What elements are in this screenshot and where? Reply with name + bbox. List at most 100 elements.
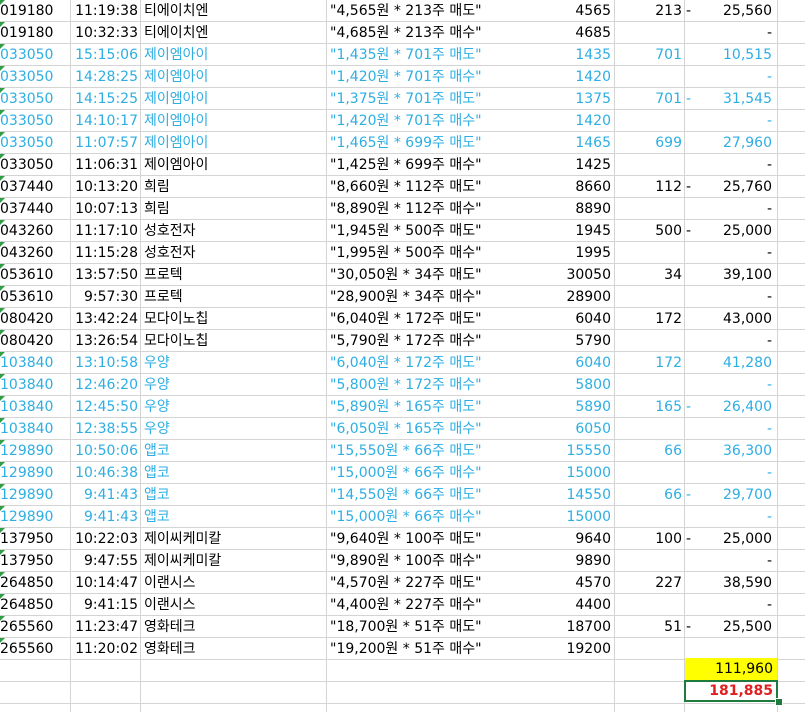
code-cell[interactable]: 043260 bbox=[0, 220, 70, 242]
qty-cell[interactable]: 51 bbox=[614, 616, 684, 638]
sign-cell[interactable] bbox=[684, 264, 688, 286]
name-cell[interactable]: 제이엠아이 bbox=[144, 132, 326, 154]
pnl-cell[interactable]: - bbox=[690, 462, 774, 484]
pnl-cell[interactable]: 41,280 bbox=[690, 352, 774, 374]
name-cell[interactable]: 티에이치엔 bbox=[144, 22, 326, 44]
price-cell[interactable]: 30050 bbox=[540, 264, 613, 286]
pnl-cell[interactable]: 38,590 bbox=[690, 572, 774, 594]
price-cell[interactable]: 9890 bbox=[540, 550, 613, 572]
code-cell[interactable]: 103840 bbox=[0, 352, 70, 374]
price-cell[interactable]: 1995 bbox=[540, 242, 613, 264]
name-cell[interactable]: 우양 bbox=[144, 396, 326, 418]
pnl-cell[interactable]: - bbox=[690, 594, 774, 616]
code-cell[interactable]: 265560 bbox=[0, 638, 70, 660]
qty-cell[interactable]: 172 bbox=[614, 308, 684, 330]
price-cell[interactable]: 4400 bbox=[540, 594, 613, 616]
pnl-cell[interactable]: - bbox=[690, 198, 774, 220]
sign-cell[interactable] bbox=[684, 572, 688, 594]
name-cell[interactable]: 앱코 bbox=[144, 484, 326, 506]
qty-cell[interactable] bbox=[614, 22, 684, 44]
pnl-cell[interactable]: - bbox=[690, 374, 774, 396]
price-cell[interactable]: 5790 bbox=[540, 330, 613, 352]
code-cell[interactable]: 033050 bbox=[0, 88, 70, 110]
name-cell[interactable]: 제이엠아이 bbox=[144, 66, 326, 88]
time-cell[interactable]: 10:22:03 bbox=[70, 528, 140, 550]
price-cell[interactable]: 6050 bbox=[540, 418, 613, 440]
code-cell[interactable]: 019180 bbox=[0, 22, 70, 44]
highlighted-sum[interactable]: 111,960 bbox=[715, 658, 773, 680]
time-cell[interactable]: 11:17:10 bbox=[70, 220, 140, 242]
sign-cell[interactable] bbox=[684, 132, 688, 154]
pnl-cell[interactable]: 29,700 bbox=[690, 484, 774, 506]
code-cell[interactable]: 019180 bbox=[0, 0, 70, 22]
price-cell[interactable]: 14550 bbox=[540, 484, 613, 506]
time-cell[interactable]: 9:57:30 bbox=[70, 286, 140, 308]
name-cell[interactable]: 제이엠아이 bbox=[144, 154, 326, 176]
time-cell[interactable]: 11:19:38 bbox=[70, 0, 140, 22]
name-cell[interactable]: 제이씨케미칼 bbox=[144, 528, 326, 550]
pnl-cell[interactable]: 10,515 bbox=[690, 44, 774, 66]
name-cell[interactable]: 제이엠아이 bbox=[144, 110, 326, 132]
name-cell[interactable]: 앱코 bbox=[144, 440, 326, 462]
code-cell[interactable]: 137950 bbox=[0, 550, 70, 572]
price-cell[interactable]: 8890 bbox=[540, 198, 613, 220]
time-cell[interactable]: 9:41:43 bbox=[70, 506, 140, 528]
name-cell[interactable]: 희림 bbox=[144, 198, 326, 220]
time-cell[interactable]: 14:15:25 bbox=[70, 88, 140, 110]
pnl-cell[interactable]: - bbox=[690, 154, 774, 176]
pnl-cell[interactable]: - bbox=[690, 22, 774, 44]
price-cell[interactable]: 9640 bbox=[540, 528, 613, 550]
qty-cell[interactable] bbox=[614, 242, 684, 264]
time-cell[interactable]: 15:15:06 bbox=[70, 44, 140, 66]
qty-cell[interactable]: 165 bbox=[614, 396, 684, 418]
price-cell[interactable]: 5800 bbox=[540, 374, 613, 396]
pnl-cell[interactable]: 26,400 bbox=[690, 396, 774, 418]
sign-cell[interactable] bbox=[684, 418, 688, 440]
pnl-cell[interactable]: - bbox=[690, 330, 774, 352]
time-cell[interactable]: 12:38:55 bbox=[70, 418, 140, 440]
price-cell[interactable]: 1465 bbox=[540, 132, 613, 154]
price-cell[interactable]: 8660 bbox=[540, 176, 613, 198]
price-cell[interactable]: 15000 bbox=[540, 462, 613, 484]
time-cell[interactable]: 13:57:50 bbox=[70, 264, 140, 286]
name-cell[interactable]: 이랜시스 bbox=[144, 594, 326, 616]
code-cell[interactable]: 264850 bbox=[0, 594, 70, 616]
code-cell[interactable]: 129890 bbox=[0, 462, 70, 484]
spreadsheet-grid[interactable]: 019180 11:19:38 티에이치엔 "4,565원 * 213주 매도" 456… bbox=[0, 0, 805, 712]
qty-cell[interactable]: 66 bbox=[614, 484, 684, 506]
time-cell[interactable]: 11:20:02 bbox=[70, 638, 140, 660]
qty-cell[interactable] bbox=[614, 374, 684, 396]
name-cell[interactable]: 모다이노칩 bbox=[144, 330, 326, 352]
code-cell[interactable]: 080420 bbox=[0, 330, 70, 352]
name-cell[interactable]: 우양 bbox=[144, 352, 326, 374]
sign-cell[interactable]: - bbox=[684, 396, 691, 418]
pnl-cell[interactable]: - bbox=[690, 418, 774, 440]
qty-cell[interactable]: 701 bbox=[614, 88, 684, 110]
code-cell[interactable]: 103840 bbox=[0, 418, 70, 440]
fill-handle[interactable] bbox=[775, 698, 783, 706]
time-cell[interactable]: 11:15:28 bbox=[70, 242, 140, 264]
code-cell[interactable]: 033050 bbox=[0, 132, 70, 154]
code-cell[interactable]: 033050 bbox=[0, 44, 70, 66]
sign-cell[interactable] bbox=[684, 330, 688, 352]
qty-cell[interactable] bbox=[614, 594, 684, 616]
qty-cell[interactable]: 699 bbox=[614, 132, 684, 154]
code-cell[interactable]: 043260 bbox=[0, 242, 70, 264]
selected-sum[interactable]: 181,885 bbox=[709, 680, 773, 702]
qty-cell[interactable] bbox=[614, 286, 684, 308]
price-cell[interactable]: 19200 bbox=[540, 638, 613, 660]
qty-cell[interactable] bbox=[614, 154, 684, 176]
code-cell[interactable]: 137950 bbox=[0, 528, 70, 550]
code-cell[interactable]: 033050 bbox=[0, 154, 70, 176]
qty-cell[interactable]: 34 bbox=[614, 264, 684, 286]
code-cell[interactable]: 033050 bbox=[0, 110, 70, 132]
code-cell[interactable]: 265560 bbox=[0, 616, 70, 638]
code-cell[interactable]: 037440 bbox=[0, 198, 70, 220]
sign-cell[interactable] bbox=[684, 198, 688, 220]
qty-cell[interactable] bbox=[614, 110, 684, 132]
price-cell[interactable]: 1375 bbox=[540, 88, 613, 110]
sign-cell[interactable] bbox=[684, 594, 688, 616]
code-cell[interactable]: 103840 bbox=[0, 396, 70, 418]
pnl-cell[interactable]: 36,300 bbox=[690, 440, 774, 462]
name-cell[interactable]: 제이엠아이 bbox=[144, 44, 326, 66]
